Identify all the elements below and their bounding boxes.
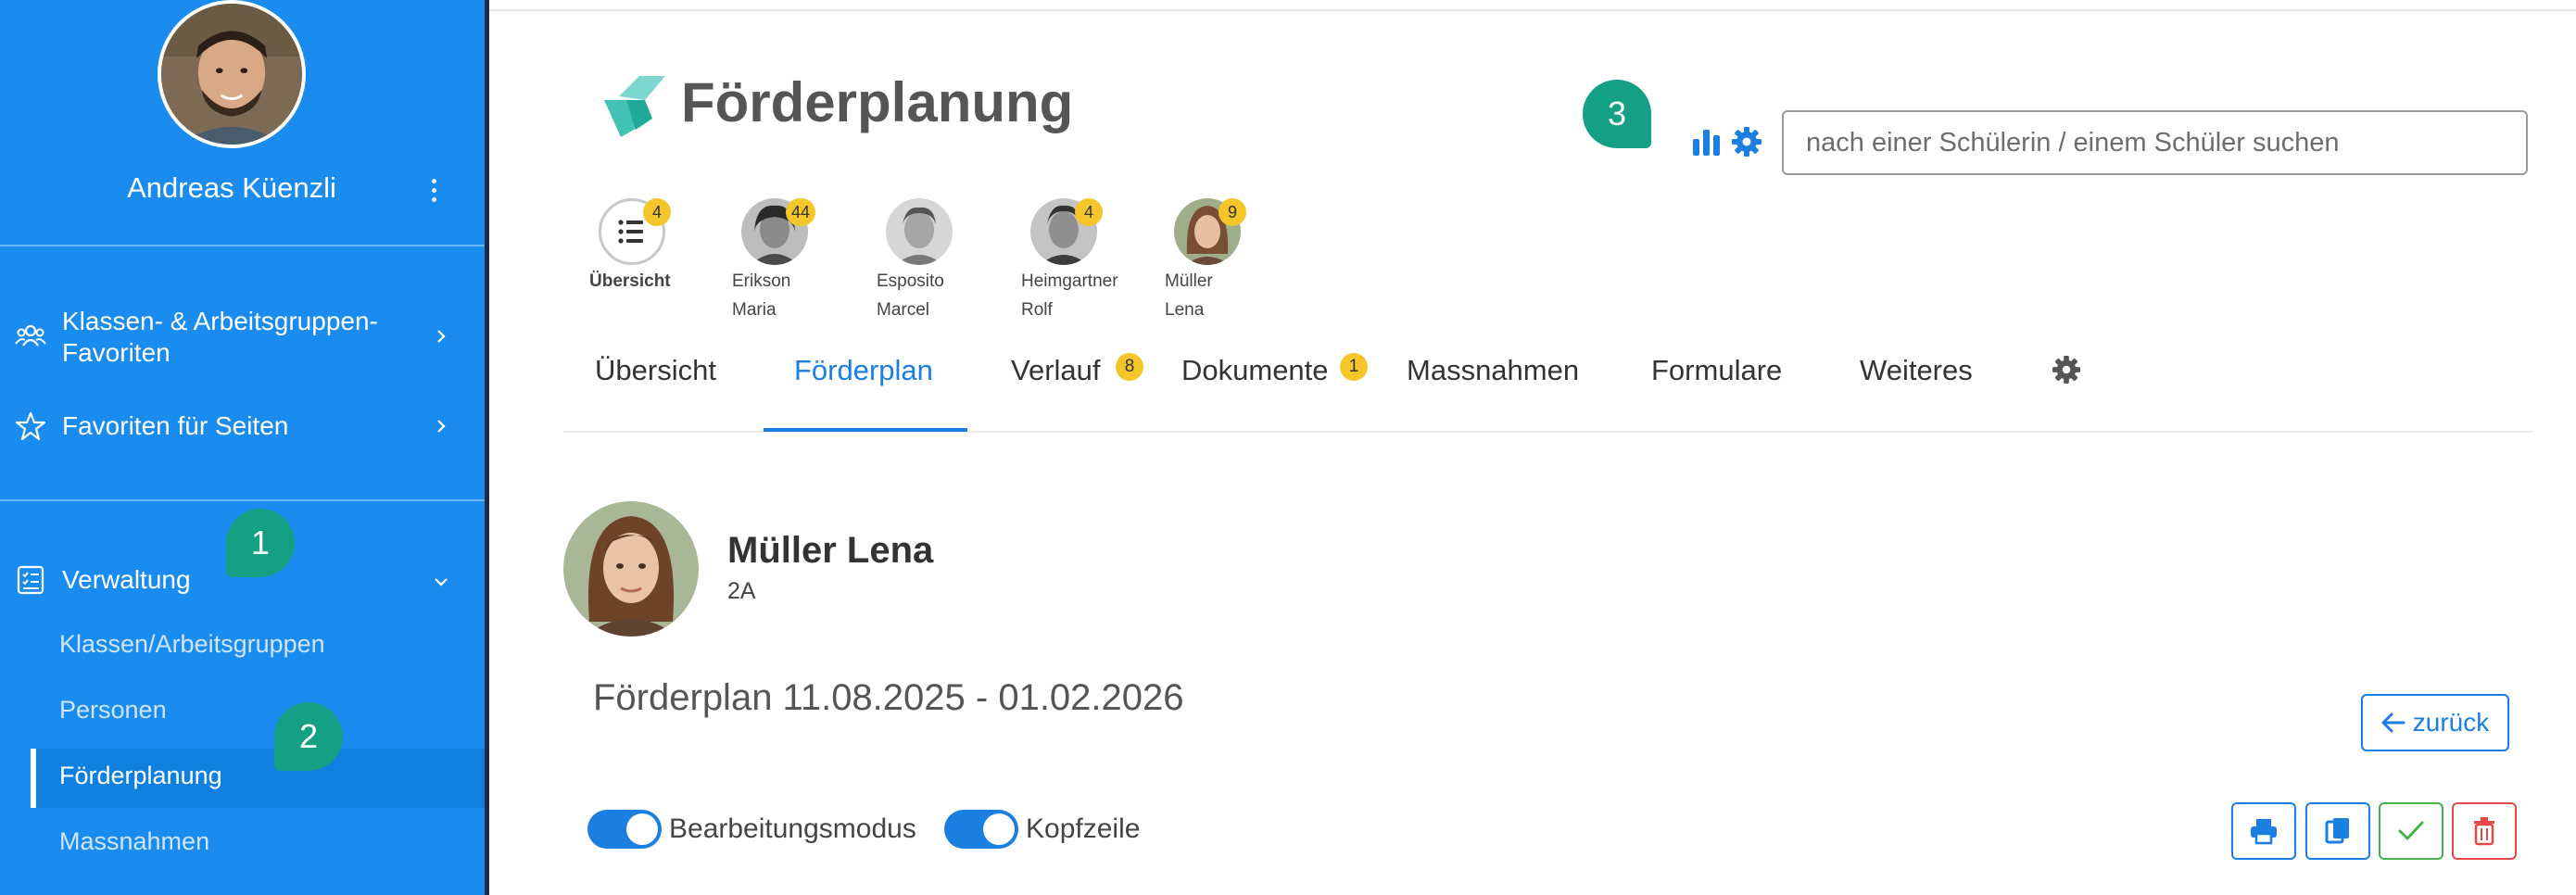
bar-chart-icon[interactable] — [1692, 128, 1722, 156]
app-logo — [604, 76, 665, 137]
sidebar-subitem-personen[interactable]: Personen — [59, 696, 167, 725]
student-label: Erikson — [732, 271, 791, 291]
sidebar-item-label: Favoriten für Seiten — [62, 411, 289, 440]
edit-mode-toggle[interactable] — [587, 810, 662, 849]
pupil-class: 2A — [727, 578, 756, 604]
sidebar: Andreas Küenzli Klassen- & Arbeitsgruppe… — [0, 0, 489, 895]
plan-title: Förderplan 11.08.2025 - 01.02.2026 — [593, 677, 1184, 718]
chevron-right-icon — [437, 420, 446, 433]
delete-button[interactable] — [2452, 802, 2517, 860]
sidebar-item-page-favorites[interactable]: Favoriten für Seiten — [0, 408, 485, 445]
toggle-label: Kopfzeile — [1026, 813, 1141, 844]
student-label: Heimgartner — [1021, 271, 1118, 291]
copy-button[interactable] — [2305, 802, 2370, 860]
tab-foerderplan[interactable]: Förderplan — [794, 354, 933, 387]
page-title: Förderplanung — [681, 71, 1074, 133]
student-label: Maria — [732, 300, 777, 320]
copy-icon — [2325, 818, 2349, 844]
student-label: Übersicht — [589, 271, 671, 291]
checklist-icon — [17, 565, 44, 595]
sidebar-subitem-massnahmen[interactable]: Massnahmen — [59, 827, 209, 856]
sidebar-divider — [0, 499, 485, 501]
chevron-down-icon — [435, 578, 448, 586]
check-icon — [2398, 821, 2424, 840]
arrow-left-icon — [2381, 712, 2406, 733]
student-search-input[interactable] — [1782, 110, 2528, 175]
top-border — [489, 9, 2576, 11]
student-label: Esposito — [877, 271, 944, 291]
trash-icon — [2474, 817, 2494, 846]
confirm-button[interactable] — [2379, 802, 2443, 860]
sidebar-divider — [0, 245, 485, 246]
star-icon — [15, 411, 46, 441]
sidebar-subitem-foerderplanung[interactable]: Förderplanung — [59, 762, 222, 790]
print-button[interactable] — [2231, 802, 2296, 860]
notification-badge: 44 — [786, 198, 816, 226]
tab-bar: Übersicht Förderplan Verlauf 8 Dokumente… — [563, 340, 2533, 433]
user-avatar[interactable] — [158, 0, 306, 148]
user-group-icon — [15, 324, 46, 347]
print-icon — [2251, 819, 2277, 845]
tab-badge: 1 — [1340, 353, 1368, 381]
gear-icon[interactable] — [1731, 126, 1762, 158]
notification-badge: 4 — [1075, 198, 1103, 226]
active-tab-indicator — [764, 428, 967, 432]
sidebar-subitem-klassen[interactable]: Klassen/Arbeitsgruppen — [59, 630, 325, 659]
header-toggle[interactable] — [944, 810, 1018, 849]
kebab-menu-icon[interactable] — [426, 176, 441, 206]
notification-badge: 9 — [1219, 198, 1246, 226]
student-label: Rolf — [1021, 300, 1053, 320]
sidebar-active-indicator — [31, 749, 36, 808]
sidebar-item-label: Favoriten — [62, 338, 170, 367]
sidebar-item-label: Klassen- & Arbeitsgruppen- — [62, 307, 378, 335]
step-marker-2: 2 — [274, 702, 343, 771]
tab-dokumente[interactable]: Dokumente — [1181, 354, 1329, 387]
back-button[interactable]: zurück — [2361, 694, 2509, 751]
student-avatar — [886, 198, 953, 265]
tab-formulare[interactable]: Formulare — [1651, 354, 1782, 387]
chevron-right-icon — [437, 330, 446, 343]
tab-uebersicht[interactable]: Übersicht — [595, 354, 716, 387]
sidebar-item-label: Verwaltung — [62, 565, 191, 594]
tab-massnahmen[interactable]: Massnahmen — [1407, 354, 1579, 387]
sidebar-item-class-favorites[interactable]: Klassen- & Arbeitsgruppen- Favoriten — [0, 306, 485, 367]
tab-weiteres[interactable]: Weiteres — [1860, 354, 1973, 387]
step-marker-3: 3 — [1583, 80, 1651, 148]
pupil-name: Müller Lena — [727, 530, 934, 571]
student-label: Lena — [1165, 300, 1205, 320]
step-marker-1: 1 — [226, 509, 295, 577]
student-label: Müller — [1165, 271, 1213, 291]
tab-badge: 8 — [1116, 353, 1143, 381]
student-label: Marcel — [877, 300, 930, 320]
user-name: Andreas Küenzli — [127, 171, 336, 204]
notification-badge: 4 — [643, 198, 671, 226]
toggle-label: Bearbeitungsmodus — [669, 813, 916, 844]
tab-verlauf[interactable]: Verlauf — [1011, 354, 1101, 387]
pupil-avatar — [563, 501, 699, 637]
back-button-label: zurück — [2412, 708, 2490, 737]
gear-icon[interactable] — [2052, 355, 2081, 384]
